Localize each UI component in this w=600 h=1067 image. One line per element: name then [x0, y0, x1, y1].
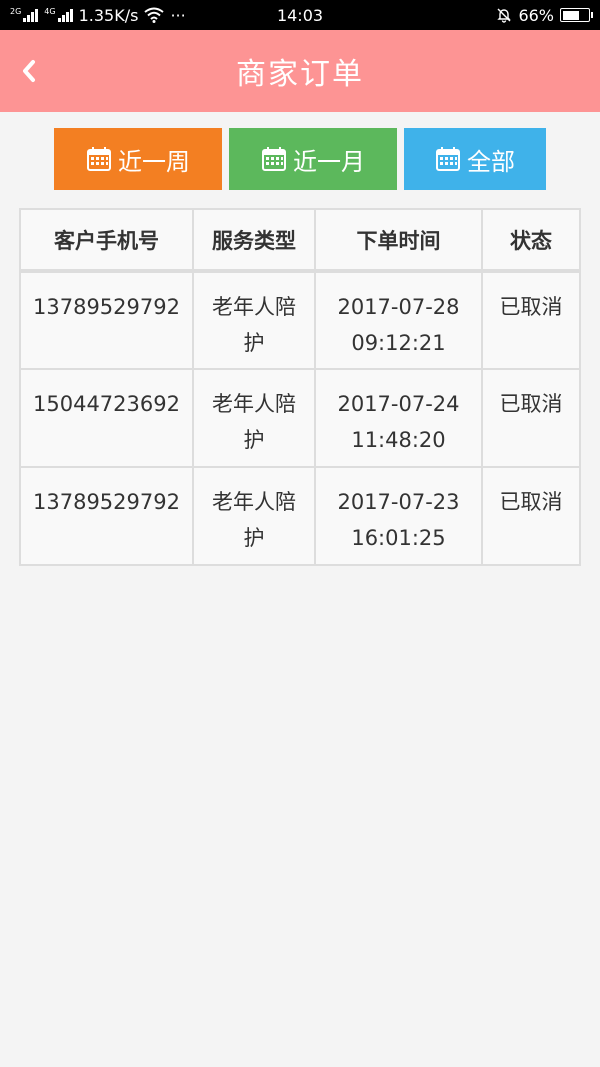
calendar-icon: [436, 147, 460, 171]
table-row[interactable]: 15044723692 老年人陪护 2017-07-24 11:48:20 已取…: [19, 368, 581, 468]
cell-phone: 15044723692: [19, 368, 194, 468]
page-title: 商家订单: [236, 57, 364, 92]
time-text: 2017-07-23 16:01:25: [337, 490, 460, 550]
more-dots: ···: [170, 5, 186, 25]
wifi-icon: [144, 7, 165, 23]
back-button[interactable]: [14, 51, 44, 91]
clock: 14:03: [276, 5, 324, 25]
column-header-phone: 客户手机号: [19, 208, 194, 273]
network-speed: 1.35K/s: [78, 5, 139, 25]
battery-icon: [560, 8, 593, 22]
chevron-left-icon: [23, 60, 35, 82]
date-filter-group: 近一周 近一月 全部: [0, 128, 600, 190]
filter-week-button[interactable]: 近一周: [54, 128, 222, 190]
orders-table: 客户手机号 服务类型 下单时间 状态 13789529792 老年人陪护 201…: [19, 208, 581, 566]
cell-status: 已取消: [481, 466, 581, 566]
network-4g-label: 4G: [44, 7, 56, 16]
column-header-service: 服务类型: [192, 208, 316, 273]
table-header-row: 客户手机号 服务类型 下单时间 状态: [19, 208, 581, 273]
filter-month-label: 近一月: [293, 147, 365, 176]
calendar-icon: [262, 147, 286, 171]
service-text: 老年人陪护: [212, 295, 296, 355]
cell-service: 老年人陪护: [192, 270, 316, 370]
table-row[interactable]: 13789529792 老年人陪护 2017-07-28 09:12:21 已取…: [19, 270, 581, 370]
time-text: 2017-07-24 11:48:20: [337, 392, 460, 452]
cell-status: 已取消: [481, 368, 581, 468]
cell-phone: 13789529792: [19, 270, 194, 370]
calendar-icon: [87, 147, 111, 171]
cell-time: 2017-07-23 16:01:25: [314, 466, 483, 566]
cell-status: 已取消: [481, 270, 581, 370]
bell-muted-icon: [497, 8, 512, 23]
table-row[interactable]: 13789529792 老年人陪护 2017-07-23 16:01:25 已取…: [19, 466, 581, 566]
cell-service: 老年人陪护: [192, 466, 316, 566]
battery-percent: 66%: [518, 5, 554, 25]
service-text: 老年人陪护: [212, 392, 296, 452]
signal-4g-icon: 4G: [44, 7, 73, 22]
column-header-status: 状态: [481, 208, 581, 273]
signal-2g-icon: 2G: [10, 7, 39, 22]
app-header: 商家订单: [0, 30, 600, 112]
cell-time: 2017-07-24 11:48:20: [314, 368, 483, 468]
orders-table-container: 客户手机号 服务类型 下单时间 状态 13789529792 老年人陪护 201…: [19, 208, 581, 566]
cell-time: 2017-07-28 09:12:21: [314, 270, 483, 370]
network-2g-label: 2G: [10, 7, 22, 16]
filter-all-button[interactable]: 全部: [404, 128, 546, 190]
filter-month-button[interactable]: 近一月: [229, 128, 397, 190]
filter-all-label: 全部: [467, 147, 515, 176]
cell-phone: 13789529792: [19, 466, 194, 566]
cell-service: 老年人陪护: [192, 368, 316, 468]
status-bar: 2G 4G 1.35K/s ··· 14:03 66%: [0, 0, 600, 30]
service-text: 老年人陪护: [212, 490, 296, 550]
column-header-time: 下单时间: [314, 208, 483, 273]
filter-week-label: 近一周: [118, 147, 190, 176]
time-text: 2017-07-28 09:12:21: [337, 295, 460, 355]
